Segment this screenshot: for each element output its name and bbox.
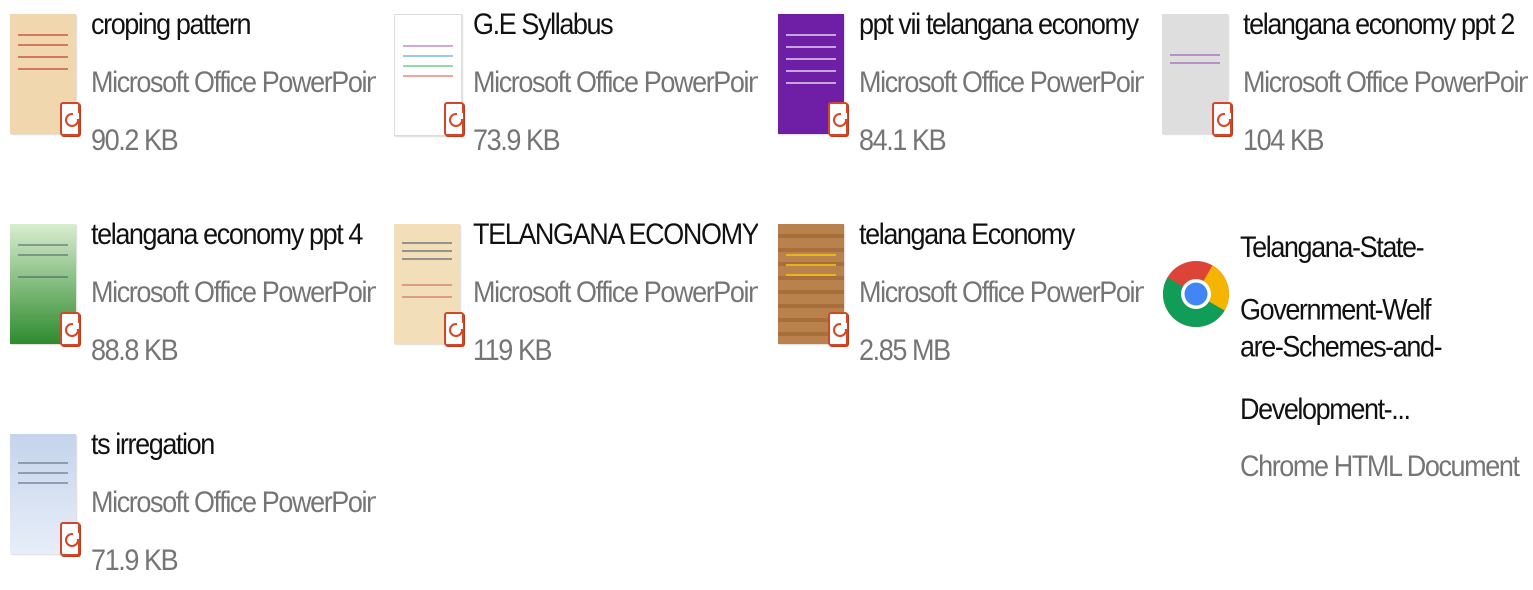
file-item-telangana-economy-ppt-2[interactable]: telangana economy ppt 2 Microsoft Office… <box>1152 0 1528 170</box>
file-item-telangana-economy-ppt-4[interactable]: telangana economy ppt 4 Microsoft Office… <box>0 210 376 380</box>
chrome-icon <box>1162 210 1230 378</box>
file-type: Microsoft Office PowerPoint Pres... <box>473 66 758 99</box>
file-name: telangana economy ppt 2 <box>1243 8 1515 41</box>
file-size: 71.9 KB <box>91 544 179 577</box>
file-item-ppt-vii-telangana-economy[interactable]: ppt vii telangana economy Microsoft Offi… <box>768 0 1144 170</box>
file-name: ts irregation <box>91 428 215 461</box>
file-name: telangana economy ppt 4 <box>91 218 363 251</box>
file-size: 88.8 KB <box>91 334 179 367</box>
file-type: Microsoft Office PowerPoint Pres... <box>91 66 376 99</box>
ppt-slide-icon <box>10 434 80 558</box>
file-name: ppt vii telangana economy <box>859 8 1139 41</box>
file-size: 90.2 KB <box>91 124 179 157</box>
ppt-slide-icon <box>394 14 464 138</box>
file-type: Microsoft Office PowerPoint Pres... <box>473 276 758 309</box>
file-name: Telangana-State-Government-Welf are-Sche… <box>1240 231 1443 426</box>
file-item-croping-pattern[interactable]: croping pattern Microsoft Office PowerPo… <box>0 0 376 170</box>
file-size: 73.9 KB <box>473 124 561 157</box>
file-type: Microsoft Office PowerPoint Pres... <box>91 276 376 309</box>
ppt-slide-icon <box>778 14 848 138</box>
ppt-slide-icon <box>1162 14 1232 138</box>
file-item-ge-syllabus[interactable]: G.E Syllabus Microsoft Office PowerPoint… <box>384 0 758 170</box>
file-name: croping pattern <box>91 8 252 41</box>
ppt-slide-icon <box>10 14 80 138</box>
file-item-telangana-economy-ppt3[interactable]: TELANGANA ECONOMY PPT3 Microsoft Office … <box>384 210 758 380</box>
file-item-telangana-economy[interactable]: telangana Economy Microsoft Office Power… <box>768 210 1144 380</box>
file-size: 84.1 KB <box>859 124 947 157</box>
file-type: Chrome HTML Document <box>1240 450 1520 483</box>
file-type: Microsoft Office PowerPoint Pres... <box>859 66 1144 99</box>
ppt-slide-icon <box>10 224 80 348</box>
file-name: TELANGANA ECONOMY PPT3 <box>473 218 758 251</box>
file-item-ts-irregation[interactable]: ts irregation Microsoft Office PowerPoin… <box>0 420 376 590</box>
file-size: 104 KB <box>1243 124 1325 157</box>
ppt-slide-icon <box>394 224 464 348</box>
ppt-slide-icon <box>778 224 848 348</box>
file-type: Microsoft Office PowerPoint Pres... <box>1243 66 1528 99</box>
file-size: 2.85 MB <box>859 334 951 367</box>
file-item-telangana-state-government-welfare[interactable]: Telangana-State-Government-Welf are-Sche… <box>1152 210 1522 483</box>
file-size: 119 KB <box>473 334 553 367</box>
file-name: G.E Syllabus <box>473 8 614 41</box>
file-grid: croping pattern Microsoft Office PowerPo… <box>0 0 1533 581</box>
file-type: Microsoft Office PowerPoint Pres... <box>859 276 1144 309</box>
file-type: Microsoft Office PowerPoint Pres... <box>91 486 376 519</box>
file-name: telangana Economy <box>859 218 1075 251</box>
